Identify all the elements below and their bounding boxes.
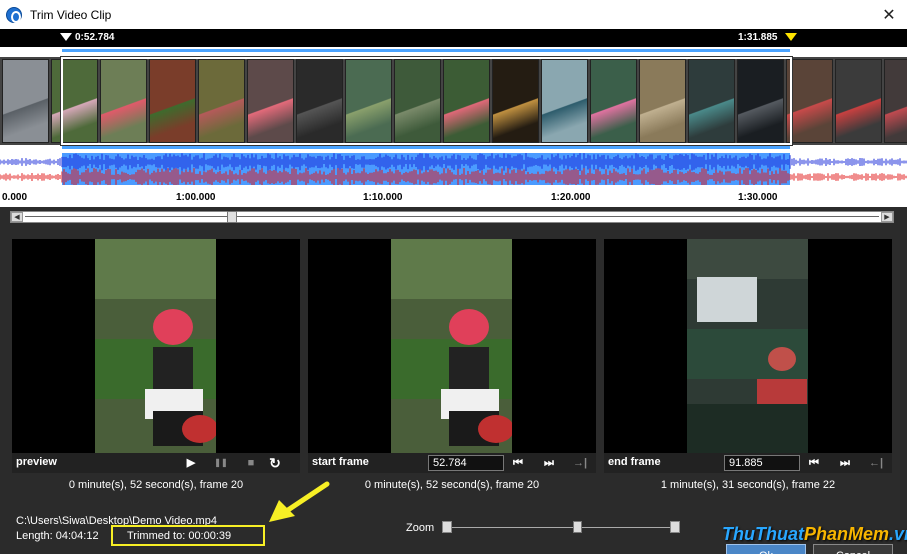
zoom-label: Zoom <box>406 522 435 534</box>
start-frame-image <box>391 239 512 453</box>
preview-caption: 0 minute(s), 52 second(s), frame 20 <box>68 479 244 491</box>
end-prev-frame-icon[interactable]: ⏮ <box>807 456 821 470</box>
start-marker-time: 0:52.784 <box>75 32 115 43</box>
thumbnail <box>786 59 833 143</box>
selection-range[interactable] <box>60 56 793 146</box>
end-frame-toolbar: end frame ⏮ ⏭ ←| <box>604 453 892 473</box>
tick-label: 1:30.000 <box>738 192 778 203</box>
window-title: Trim Video Clip <box>30 7 112 22</box>
clip-track[interactable] <box>0 47 907 187</box>
tick-label: 1:10.000 <box>363 192 403 203</box>
stop-icon[interactable]: ■ <box>244 456 258 470</box>
scroll-left-icon[interactable]: ◀ <box>11 212 23 222</box>
thumbnail <box>835 59 882 143</box>
app-icon <box>6 6 22 23</box>
start-prev-frame-icon[interactable]: ⏮ <box>511 456 525 470</box>
preview-toolbar: preview ▶ ❚❚ ■ ↻ <box>12 453 300 473</box>
timeline-ruler: 0.000 1:00.000 1:10.000 1:20.000 1:30.00… <box>0 187 907 207</box>
annotation-arrow-icon <box>269 481 330 522</box>
trimmed-duration: Trimmed to: 00:00:39 <box>111 525 265 546</box>
close-button[interactable]: ✕ <box>871 0 907 29</box>
ok-button[interactable]: Ok <box>726 544 806 554</box>
zoom-min-icon[interactable] <box>442 521 452 533</box>
cancel-button[interactable]: Cancel <box>813 544 893 554</box>
scroll-track <box>25 216 879 217</box>
selection-line-top <box>62 49 790 52</box>
tick-label: 0.000 <box>2 192 28 203</box>
preview-panel: preview ▶ ❚❚ ■ ↻ <box>12 239 300 473</box>
end-frame-panel: end frame ⏮ ⏭ ←| <box>604 239 892 473</box>
preview-label: preview <box>16 456 57 468</box>
zoom-max-icon[interactable] <box>670 521 680 533</box>
start-marker-handle[interactable] <box>60 33 72 41</box>
play-icon[interactable]: ▶ <box>184 456 198 470</box>
set-end-icon[interactable]: ←| <box>866 456 886 470</box>
clip-length: Length: 04:04:12 <box>16 530 99 542</box>
timeline-scrollbar[interactable]: ◀ ▶ <box>10 211 894 223</box>
start-frame-label: start frame <box>312 456 369 468</box>
end-frame-input[interactable] <box>724 455 800 471</box>
pause-icon[interactable]: ❚❚ <box>214 456 228 470</box>
trim-dialog: 0:52.784 1:31.885 0.000 1:00.000 1:10.00… <box>0 29 907 554</box>
thumbnail <box>884 59 907 143</box>
start-frame-panel: start frame ⏮ ⏭ →| <box>308 239 596 473</box>
scroll-right-icon[interactable]: ▶ <box>881 212 893 222</box>
end-next-frame-icon[interactable]: ⏭ <box>838 456 852 470</box>
start-next-frame-icon[interactable]: ⏭ <box>542 456 556 470</box>
tick-label: 1:20.000 <box>551 192 591 203</box>
scroll-thumb[interactable] <box>227 211 237 223</box>
start-frame-caption: 0 minute(s), 52 second(s), frame 20 <box>364 479 540 491</box>
zoom-slider[interactable] <box>442 521 680 533</box>
trim-marker-bar: 0:52.784 1:31.885 <box>0 29 907 47</box>
audio-waveform <box>0 153 907 185</box>
end-marker-time: 1:31.885 <box>738 32 778 43</box>
end-frame-label: end frame <box>608 456 661 468</box>
set-start-icon[interactable]: →| <box>570 456 590 470</box>
end-frame-image <box>687 239 808 453</box>
watermark: ThuThuatPhanMem.vn <box>722 524 907 544</box>
zoom-track <box>452 527 670 528</box>
thumbnail <box>2 59 49 143</box>
zoom-thumb[interactable] <box>573 521 583 533</box>
selection-line-bottom <box>62 146 790 149</box>
preview-frame-image <box>95 239 216 453</box>
title-bar: Trim Video Clip ✕ <box>0 0 907 29</box>
start-frame-toolbar: start frame ⏮ ⏭ →| <box>308 453 596 473</box>
loop-icon[interactable]: ↻ <box>268 456 282 470</box>
end-frame-caption: 1 minute(s), 31 second(s), frame 22 <box>660 479 836 491</box>
end-marker-handle[interactable] <box>785 33 797 41</box>
start-frame-input[interactable] <box>428 455 504 471</box>
tick-label: 1:00.000 <box>176 192 216 203</box>
